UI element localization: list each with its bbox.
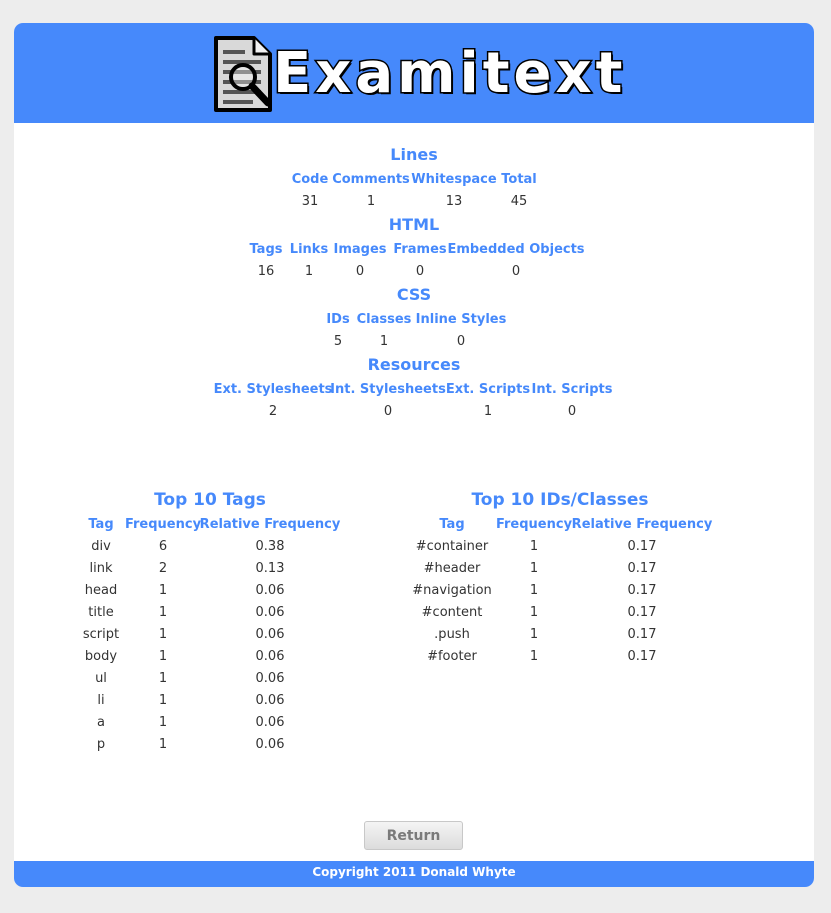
table-cell: a (97, 715, 105, 730)
top_ids-column-header: Tag (439, 517, 465, 532)
table-cell: .push (434, 627, 470, 642)
table-cell: #navigation (412, 583, 492, 598)
table-cell: 1 (158, 605, 168, 620)
resources-column-header: Ext. Scripts (445, 382, 531, 397)
html-value: 16 (257, 264, 275, 279)
css-value: 1 (379, 334, 389, 349)
resources-value: 0 (383, 404, 393, 419)
top_tags-column-header: Frequency (124, 517, 202, 532)
return-button[interactable]: Return (364, 821, 463, 850)
resources-section-title: Resources (367, 355, 461, 374)
top_tags-column-header: Relative Frequency (199, 517, 341, 532)
html-value: 0 (415, 264, 425, 279)
table-cell: link (89, 561, 113, 576)
table-cell: 1 (158, 715, 168, 730)
lines-column-header: Comments (332, 172, 410, 187)
table-cell: 0.17 (627, 627, 657, 642)
table-cell: 6 (158, 539, 168, 554)
css-column-header: IDs (326, 312, 350, 327)
table-cell: 1 (529, 627, 539, 642)
table-cell: 1 (158, 737, 168, 752)
site-title: Examitext (271, 40, 627, 108)
resources-column-header: Int. Scripts (531, 382, 613, 397)
table-cell: 0.06 (255, 671, 285, 686)
html-column-header: Embedded Objects (447, 242, 585, 257)
top_ids-column-header: Relative Frequency (571, 517, 713, 532)
css-column-header: Inline Styles (415, 312, 507, 327)
table-cell: 0.06 (255, 605, 285, 620)
table-cell: 1 (158, 627, 168, 642)
copyright-text: Copyright 2011 Donald Whyte (312, 865, 516, 879)
html-value: 0 (355, 264, 365, 279)
table-cell: ul (95, 671, 107, 686)
table-cell: 0.17 (627, 649, 657, 664)
css-value: 5 (333, 334, 343, 349)
table-cell: 0.06 (255, 737, 285, 752)
table-cell: 0.13 (255, 561, 285, 576)
lines-value: 31 (301, 194, 319, 209)
html-column-header: Images (333, 242, 387, 257)
table-cell: 0.38 (255, 539, 285, 554)
table-cell: title (88, 605, 114, 620)
table-cell: #container (415, 539, 489, 554)
html-column-header: Links (289, 242, 329, 257)
page-container: Examitext Lines Code 31 Comments 1 Whitespace… (14, 23, 814, 887)
resources-column-header: Ext. Stylesheets (213, 382, 333, 397)
html-value: 0 (511, 264, 521, 279)
table-cell: 0.06 (255, 627, 285, 642)
table-cell: 0.17 (627, 561, 657, 576)
html-column-header: Tags (249, 242, 283, 257)
table-cell: 1 (158, 671, 168, 686)
table-cell: 1 (158, 693, 168, 708)
html-value: 1 (304, 264, 314, 279)
lines-section-title: Lines (390, 145, 438, 164)
table-cell: 1 (158, 583, 168, 598)
lines-value: 1 (366, 194, 376, 209)
header: Examitext (14, 23, 814, 123)
table-cell: 0.06 (255, 693, 285, 708)
table-cell: 1 (158, 649, 168, 664)
table-cell: script (82, 627, 120, 642)
table-cell: #footer (427, 649, 477, 664)
table-cell: p (96, 737, 106, 752)
lines-value: 45 (510, 194, 528, 209)
table-cell: 0.17 (627, 605, 657, 620)
resources-value: 0 (567, 404, 577, 419)
table-cell: 2 (158, 561, 168, 576)
css-column-header: Classes (356, 312, 412, 327)
table-cell: 0.06 (255, 583, 285, 598)
table-cell: 1 (529, 561, 539, 576)
table-cell: 0.06 (255, 715, 285, 730)
table-cell: head (84, 583, 118, 598)
top_ids-title: Top 10 IDs/Classes (471, 490, 649, 510)
table-cell: body (84, 649, 118, 664)
table-cell: 1 (529, 605, 539, 620)
table-cell: 0.06 (255, 649, 285, 664)
css-value: 0 (456, 334, 466, 349)
resources-value: 2 (268, 404, 278, 419)
table-cell: 1 (529, 539, 539, 554)
table-cell: #header (423, 561, 481, 576)
lines-column-header: Total (501, 172, 537, 187)
lines-column-header: Whitespace (411, 172, 497, 187)
table-cell: 1 (529, 649, 539, 664)
top_tags-column-header: Tag (88, 517, 114, 532)
table-cell: 0.17 (627, 583, 657, 598)
html-section-title: HTML (388, 215, 440, 234)
table-cell: 1 (529, 583, 539, 598)
table-cell: 0.17 (627, 539, 657, 554)
css-section-title: CSS (396, 285, 432, 304)
table-cell: div (91, 539, 111, 554)
html-column-header: Frames (393, 242, 447, 257)
top_tags-title: Top 10 Tags (154, 490, 266, 510)
footer: Copyright 2011 Donald Whyte (14, 861, 814, 887)
lines-column-header: Code (291, 172, 329, 187)
table-cell: li (97, 693, 105, 708)
document-magnifier-icon (214, 36, 272, 112)
table-cell: #content (421, 605, 483, 620)
resources-value: 1 (483, 404, 493, 419)
top_ids-column-header: Frequency (495, 517, 573, 532)
resources-column-header: Int. Stylesheets (330, 382, 446, 397)
lines-value: 13 (445, 194, 463, 209)
